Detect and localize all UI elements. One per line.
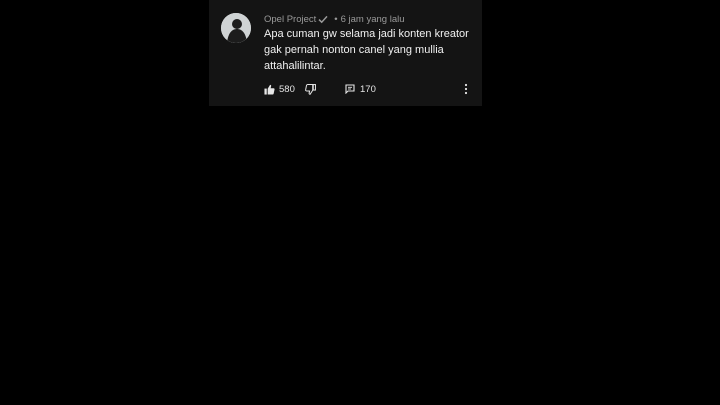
dislike-button[interactable] <box>305 82 316 96</box>
comment-actions: 580 170 <box>264 82 476 96</box>
comment-card: Opel Project • 6 jam yang lalu Apa cuman… <box>209 0 482 106</box>
comment-meta: Opel Project • 6 jam yang lalu <box>264 12 405 26</box>
comment-text: Apa cuman gw selama jadi konten kreator … <box>264 28 469 72</box>
reply-count: 170 <box>360 83 376 95</box>
reply-icon <box>345 84 355 94</box>
reply-button[interactable]: 170 <box>345 82 376 96</box>
avatar-image <box>221 13 251 43</box>
like-button[interactable]: 580 <box>264 82 295 96</box>
like-count: 580 <box>279 83 295 95</box>
checkmark-icon <box>318 15 328 24</box>
thumbs-down-icon <box>305 83 316 95</box>
more-vertical-icon <box>464 83 468 95</box>
author-name[interactable]: Opel Project <box>264 14 316 25</box>
thumbs-up-icon <box>264 84 275 95</box>
comment-timestamp[interactable]: 6 jam yang lalu <box>341 14 405 25</box>
more-options-button[interactable] <box>464 82 468 96</box>
meta-separator: • <box>334 13 338 25</box>
avatar[interactable] <box>221 13 251 43</box>
